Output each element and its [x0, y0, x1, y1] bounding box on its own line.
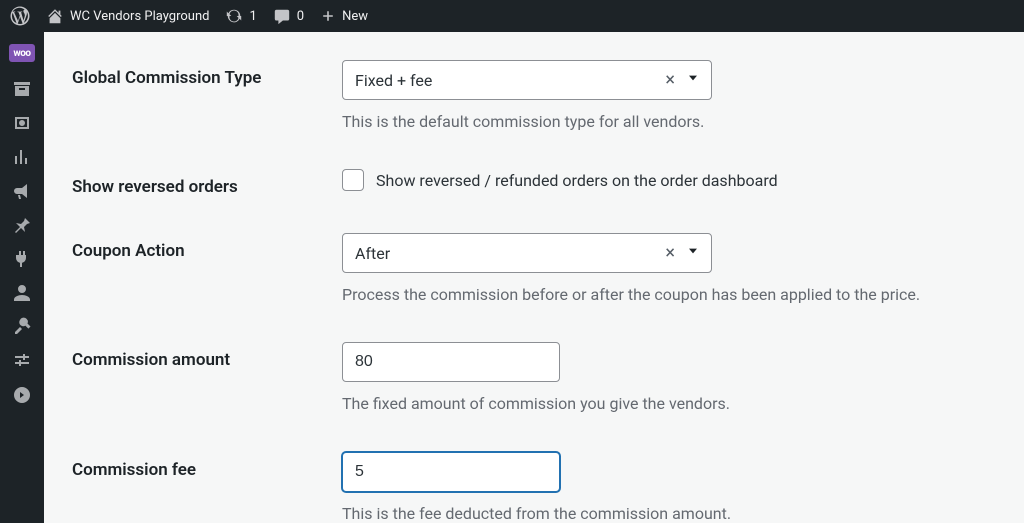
admin-toolbar: WC Vendors Playground 1 0 New [0, 0, 1024, 32]
field-commission-fee: This is the fee deducted from the commis… [342, 452, 1024, 523]
money-icon[interactable] [0, 106, 44, 140]
comments-count-text: 0 [297, 9, 304, 24]
row-show-reversed: Show reversed orders Show reversed / ref… [44, 151, 1024, 215]
commission-amount-input[interactable] [342, 342, 560, 382]
site-home-link[interactable]: WC Vendors Playground [38, 0, 217, 32]
new-label-text: New [342, 9, 368, 24]
tools-icon[interactable] [0, 310, 44, 344]
plugins-icon[interactable] [0, 242, 44, 276]
wp-logo[interactable] [0, 0, 38, 32]
commission-amount-desc: The fixed amount of commission you give … [342, 392, 1004, 415]
updates-link[interactable]: 1 [217, 0, 264, 32]
row-coupon-action: Coupon Action After × Process the commis… [44, 215, 1024, 324]
settings-form: Global Commission Type Fixed + fee × Thi… [44, 32, 1024, 523]
field-commission-amount: The fixed amount of commission you give … [342, 342, 1024, 415]
pin-icon[interactable] [0, 208, 44, 242]
show-reversed-checkbox-label: Show reversed / refunded orders on the o… [376, 171, 778, 190]
label-commission-fee: Commission fee [72, 452, 342, 480]
show-reversed-checkbox[interactable] [342, 169, 364, 191]
commission-type-select[interactable]: Fixed + fee × [342, 60, 712, 100]
commission-fee-input[interactable] [342, 452, 560, 492]
coupon-action-value: After [355, 244, 390, 263]
coupon-action-desc: Process the commission before or after t… [342, 283, 1004, 306]
label-show-reversed: Show reversed orders [72, 169, 342, 197]
field-show-reversed: Show reversed / refunded orders on the o… [342, 169, 1024, 191]
row-commission-type: Global Commission Type Fixed + fee × Thi… [44, 32, 1024, 151]
field-coupon-action: After × Process the commission before or… [342, 233, 1024, 306]
commission-type-desc: This is the default commission type for … [342, 110, 1004, 133]
clear-icon[interactable]: × [665, 243, 675, 264]
chevron-down-icon[interactable] [685, 70, 701, 90]
collapse-icon[interactable] [0, 378, 44, 412]
label-commission-type: Global Commission Type [72, 60, 342, 88]
commission-type-value: Fixed + fee [355, 71, 432, 90]
show-reversed-checkbox-row: Show reversed / refunded orders on the o… [342, 169, 1004, 191]
label-commission-amount: Commission amount [72, 342, 342, 370]
label-coupon-action: Coupon Action [72, 233, 342, 261]
updates-count-text: 1 [249, 9, 256, 24]
row-commission-amount: Commission amount The fixed amount of co… [44, 324, 1024, 433]
chevron-down-icon[interactable] [685, 243, 701, 263]
megaphone-icon[interactable] [0, 174, 44, 208]
admin-sidebar: woo [0, 32, 44, 523]
coupon-action-select[interactable]: After × [342, 233, 712, 273]
woo-icon[interactable]: woo [9, 44, 35, 62]
settings-slider-icon[interactable] [0, 344, 44, 378]
commission-fee-desc: This is the fee deducted from the commis… [342, 502, 1004, 523]
comments-link[interactable]: 0 [265, 0, 312, 32]
analytics-icon[interactable] [0, 140, 44, 174]
site-title-text: WC Vendors Playground [70, 9, 209, 24]
row-commission-fee: Commission fee This is the fee deducted … [44, 434, 1024, 523]
new-content-link[interactable]: New [312, 0, 376, 32]
field-commission-type: Fixed + fee × This is the default commis… [342, 60, 1024, 133]
clear-icon[interactable]: × [665, 70, 675, 91]
archive-icon[interactable] [0, 72, 44, 106]
users-icon[interactable] [0, 276, 44, 310]
